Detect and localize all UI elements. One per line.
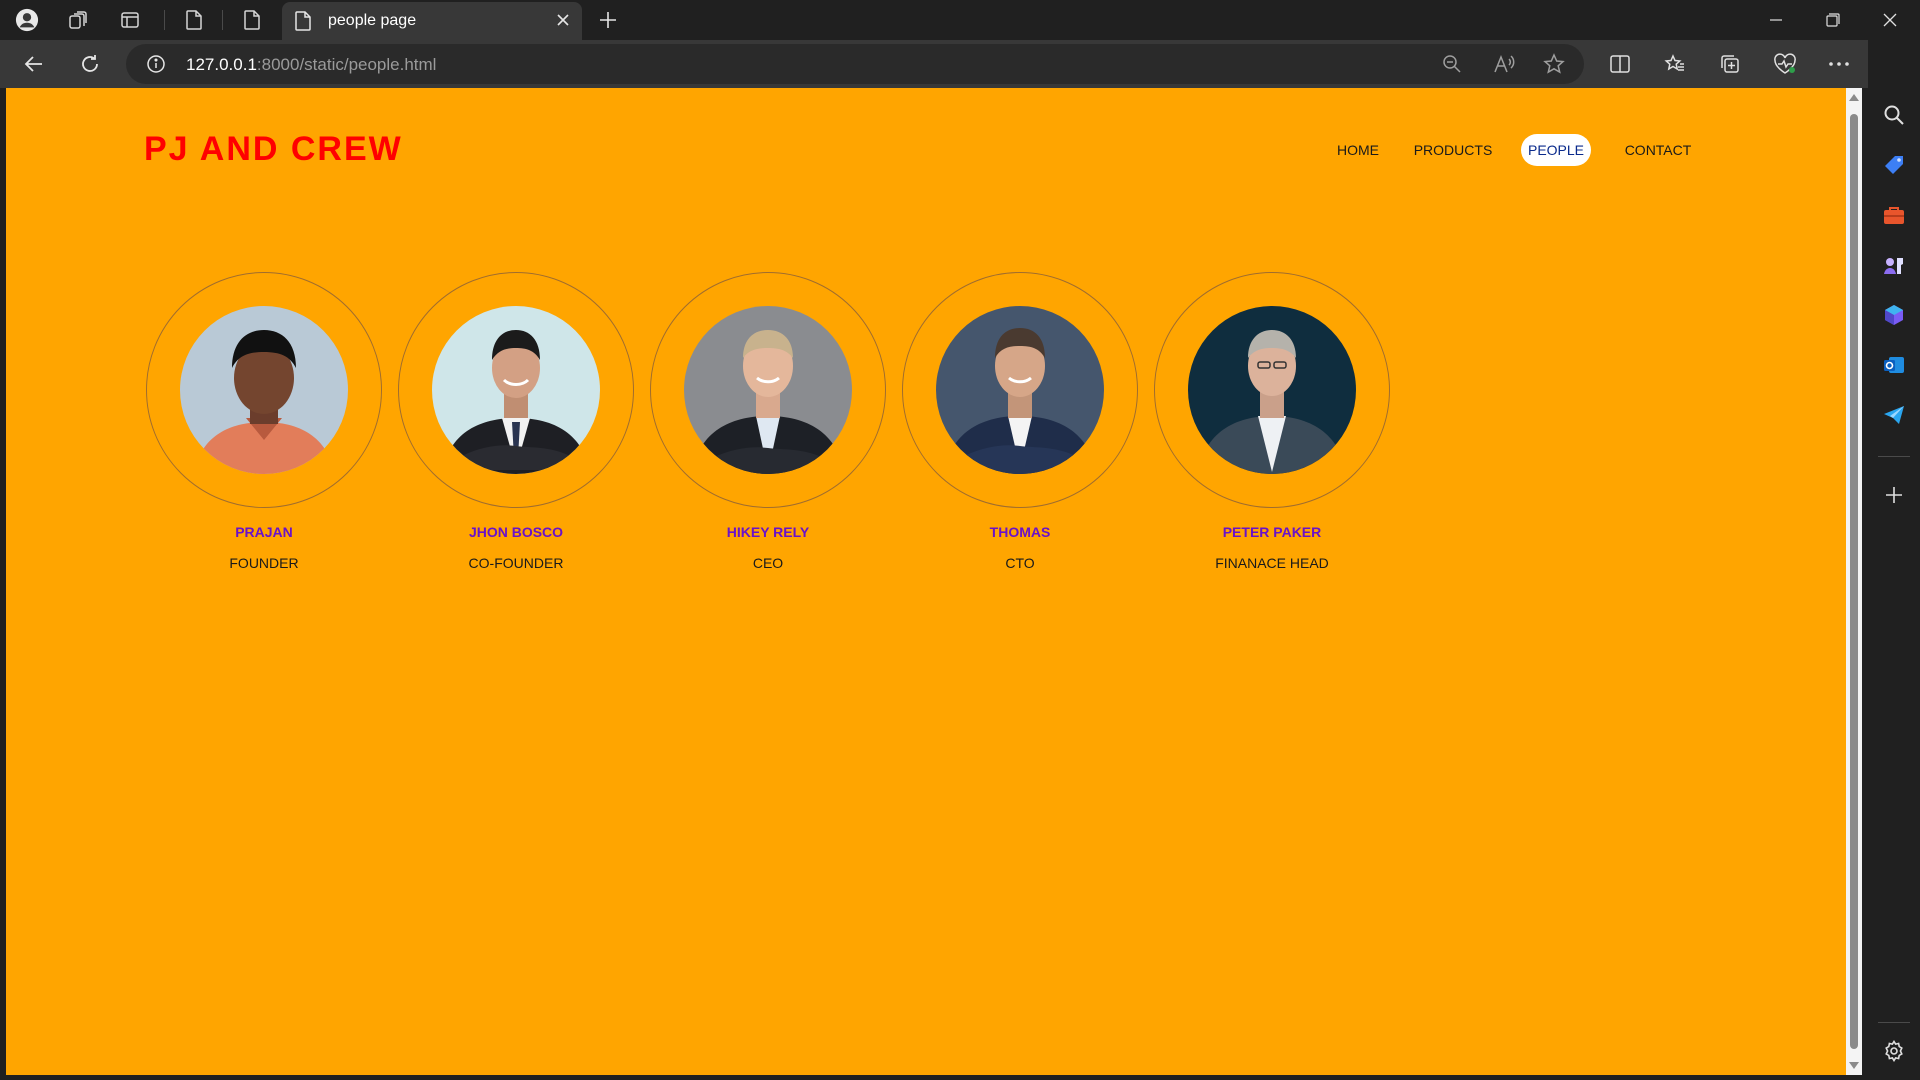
active-tab[interactable]: people page [282,2,582,40]
tab-page-icon [294,11,312,36]
microsoft-365-icon[interactable] [1882,303,1906,327]
search-icon[interactable] [1882,103,1906,127]
nav-link-people[interactable]: PEOPLE [1521,134,1591,166]
person-photo [936,306,1104,474]
browser-title-bar: people page [0,0,1920,40]
person-name: THOMAS [989,524,1051,540]
person-photo [1188,306,1356,474]
browser-toolbar: 127.0.0.1:8000/static/people.html [0,40,1920,88]
nav-link-contact[interactable]: CONTACT [1622,134,1694,166]
minimize-icon[interactable] [1764,8,1788,32]
browser-essentials-icon[interactable] [1773,52,1797,76]
close-window-icon[interactable] [1878,8,1902,32]
person-name: JHON BOSCO [468,524,564,540]
send-icon[interactable] [1882,403,1906,427]
outlook-icon[interactable] [1882,353,1906,377]
person-role: CTO [1005,555,1035,571]
tab-title: people page [328,12,417,29]
scrollbar-thumb[interactable] [1850,114,1858,1049]
settings-gear-icon[interactable] [1882,1039,1906,1063]
zoom-out-icon[interactable] [1440,52,1464,76]
games-icon[interactable] [1882,253,1906,277]
tab-separator [222,10,223,30]
add-icon[interactable] [1882,483,1906,507]
restore-icon[interactable] [1821,8,1845,32]
tab-separator [164,10,165,30]
site-logo[interactable]: PJ AND CREW [144,130,403,169]
address-bar[interactable]: 127.0.0.1:8000/static/people.html [126,44,1584,84]
site-info-icon[interactable] [146,54,166,79]
more-options-icon[interactable] [1827,52,1851,76]
person-photo [180,306,348,474]
sidebar-separator [1878,1022,1910,1023]
scroll-down-arrow-icon[interactable] [1849,1062,1859,1069]
favorites-icon[interactable] [1663,52,1687,76]
collections-icon[interactable] [1718,52,1742,76]
scroll-up-arrow-icon[interactable] [1849,94,1859,101]
person-role: CEO [752,555,784,571]
person-name: HIKEY RELY [726,524,810,540]
nav-link-home[interactable]: HOME [1328,134,1388,166]
read-aloud-icon[interactable] [1492,52,1516,76]
vertical-scrollbar[interactable] [1846,88,1862,1075]
favorite-star-icon[interactable] [1542,52,1566,76]
browser-sidebar [1868,40,1920,1080]
tab-actions-icon[interactable] [118,8,142,32]
url-text[interactable]: 127.0.0.1:8000/static/people.html [186,55,436,75]
refresh-icon[interactable] [78,52,102,76]
page-viewport: PJ AND CREW HOME PRODUCTS PEOPLE CONTACT… [6,88,1846,1075]
back-arrow-icon[interactable] [22,52,46,76]
person-name: PRAJAN [235,524,293,540]
close-tab-icon[interactable] [554,11,572,34]
url-host: 127.0.0.1 [186,55,257,74]
tab-page-icon[interactable] [240,8,264,32]
person-role: FOUNDER [229,555,299,571]
new-tab-icon[interactable] [596,8,620,32]
tab-page-icon[interactable] [182,8,206,32]
workspaces-icon[interactable] [66,8,90,32]
person-photo [432,306,600,474]
person-role: FINANACE HEAD [1215,555,1329,571]
shopping-tag-icon[interactable] [1882,153,1906,177]
person-role: CO-FOUNDER [468,555,564,571]
tools-briefcase-icon[interactable] [1882,203,1906,227]
split-screen-icon[interactable] [1608,52,1632,76]
person-photo [684,306,852,474]
person-name: PETER PAKER [1222,524,1322,540]
profile-avatar-icon[interactable] [15,8,39,32]
sidebar-separator [1878,456,1910,457]
nav-link-products[interactable]: PRODUCTS [1408,134,1498,166]
url-path: :8000/static/people.html [256,55,437,74]
